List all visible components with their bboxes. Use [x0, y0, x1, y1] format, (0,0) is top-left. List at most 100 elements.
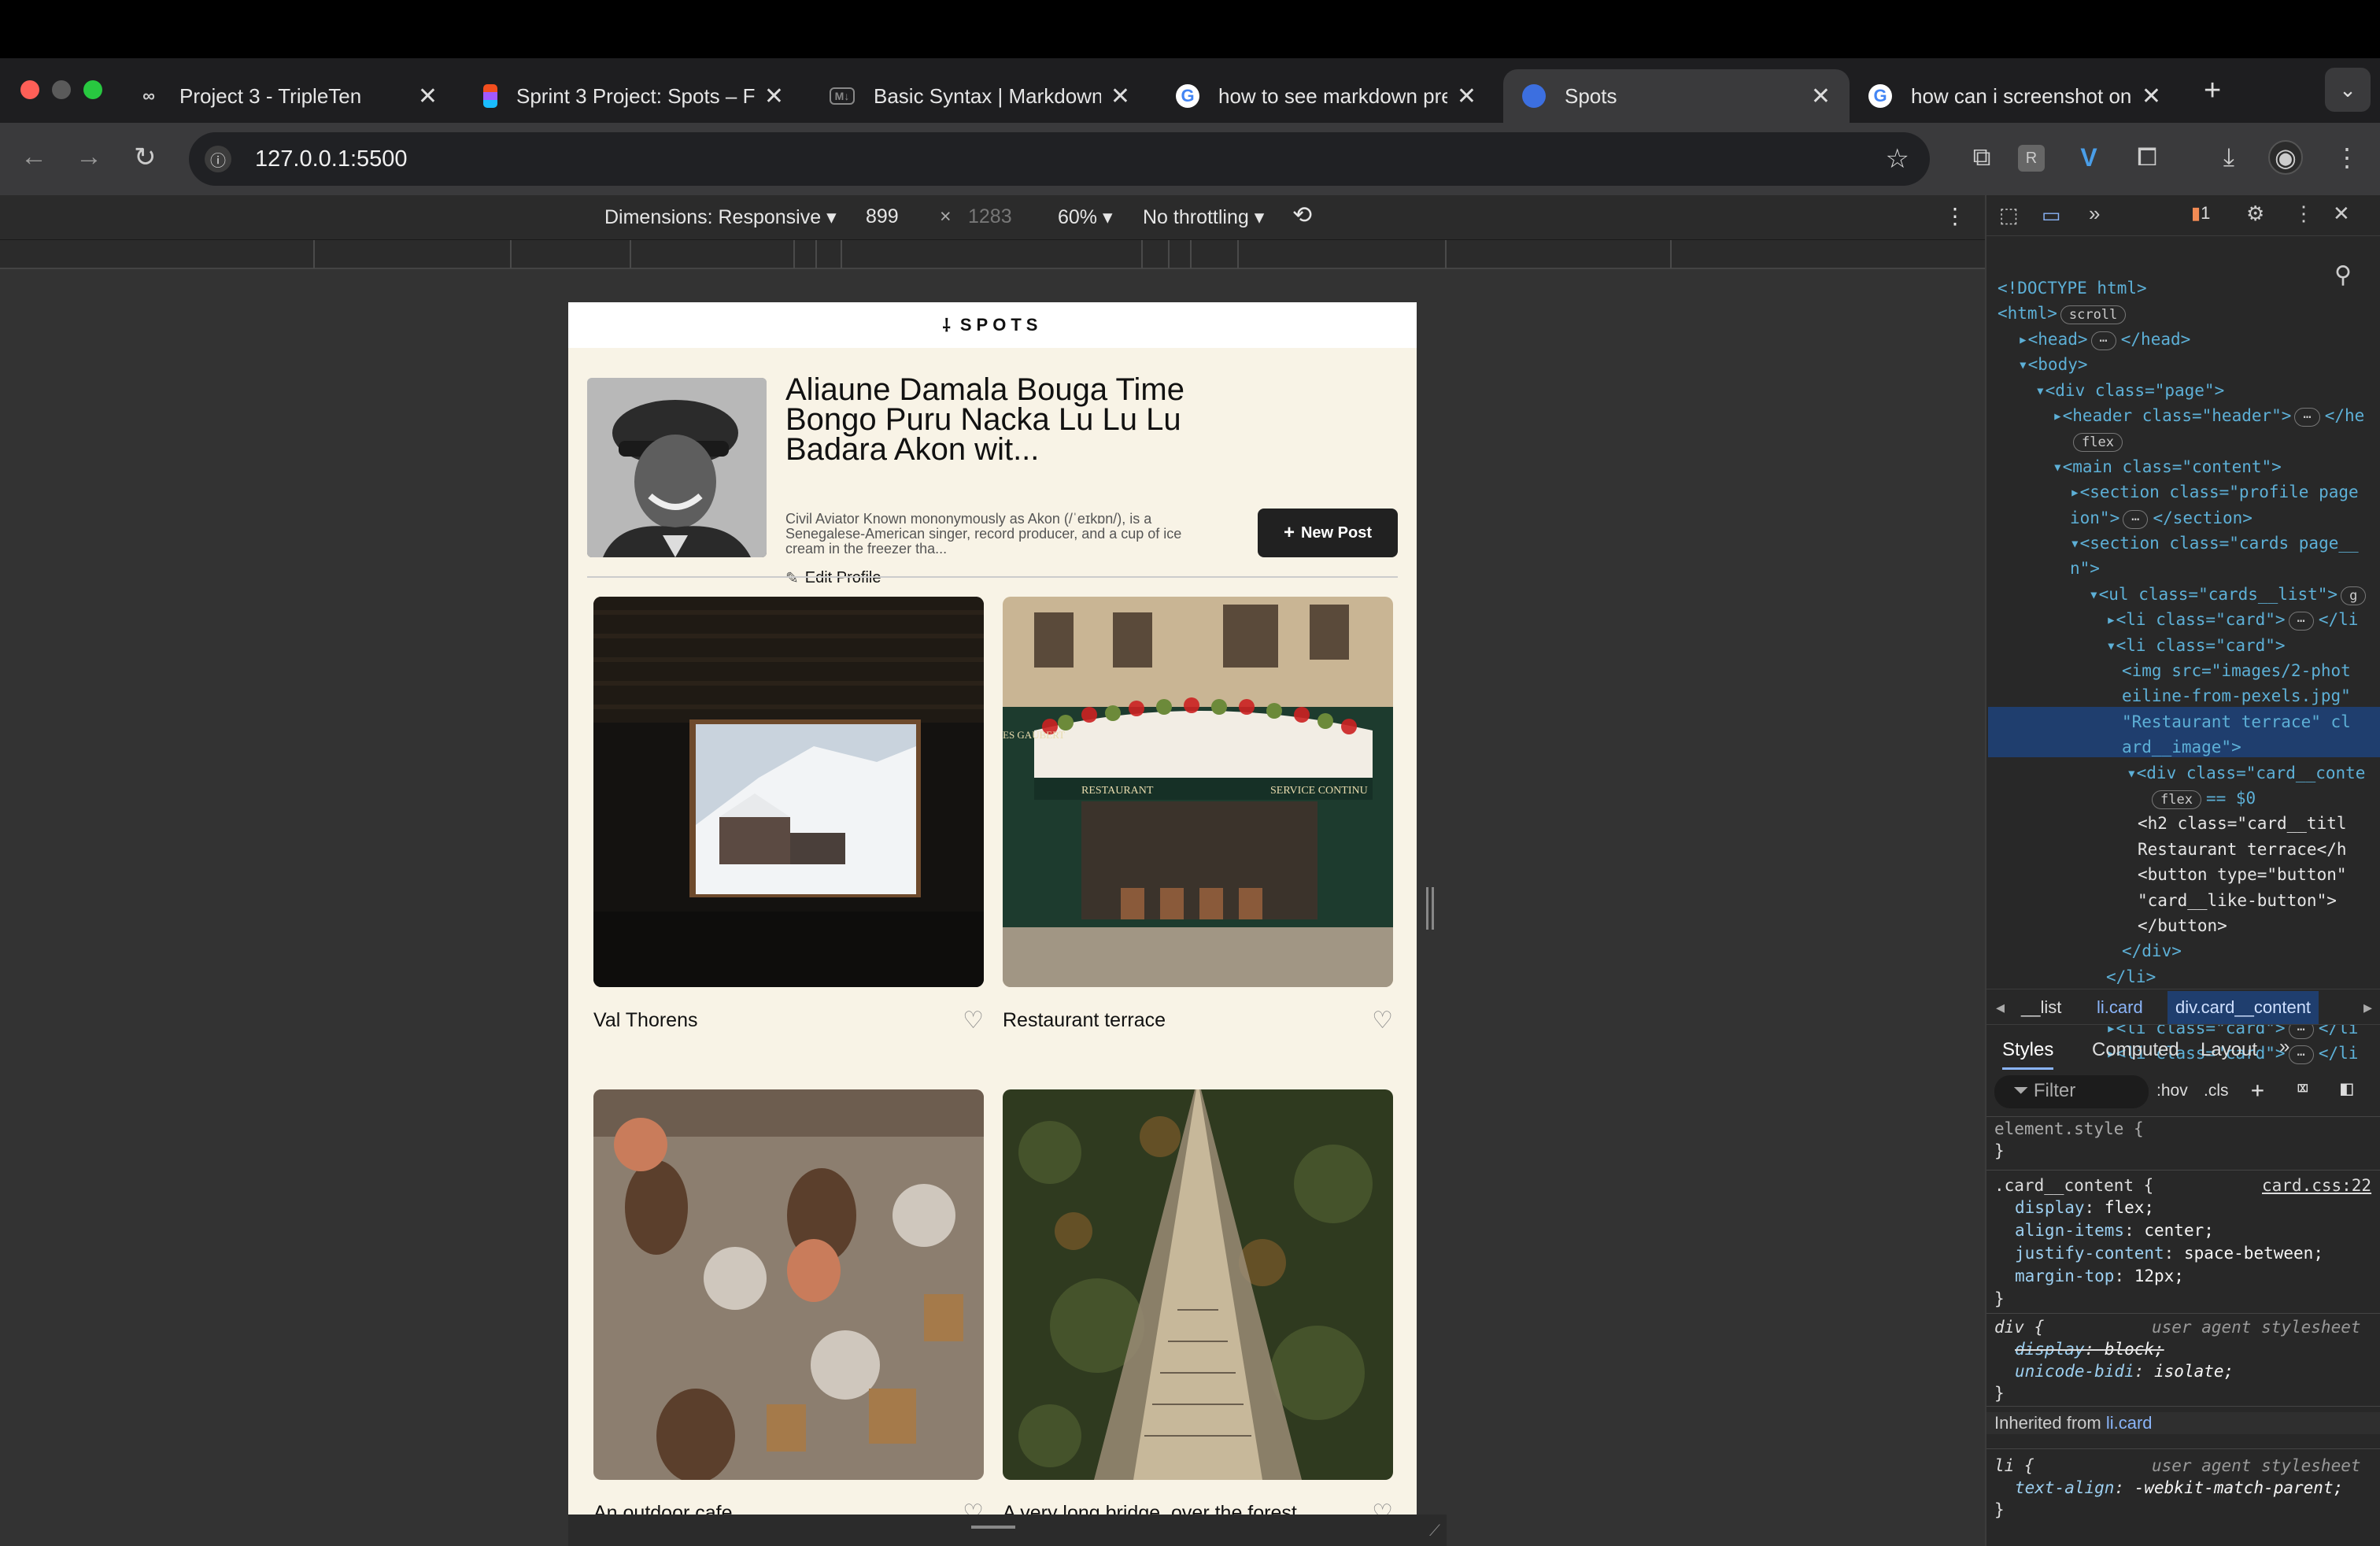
- dom-node-line[interactable]: ▾<li class="card">: [2106, 633, 2286, 658]
- throttling-select[interactable]: No throttling ▾: [1143, 205, 1264, 229]
- corner-resize-icon[interactable]: ⟋: [1429, 1522, 1440, 1540]
- dom-node-line[interactable]: ▾<div class="page">: [2035, 378, 2224, 403]
- dom-node-line[interactable]: ▸<li class="card">⋯</li: [2106, 607, 2358, 632]
- back-icon[interactable]: ←: [20, 142, 47, 172]
- bottom-resize-bar[interactable]: ⟋: [568, 1515, 1447, 1546]
- vimeo-icon[interactable]: V: [2071, 140, 2106, 175]
- tab-project-3[interactable]: ∞ Project 3 - TripleTen ✕: [118, 69, 456, 123]
- dom-node-line[interactable]: eiline-from-pexels.jpg": [2122, 683, 2351, 708]
- tab-layout[interactable]: Layout: [2201, 1039, 2257, 1061]
- crumb-li-card[interactable]: li.card: [2097, 997, 2143, 1018]
- like-heart-icon[interactable]: ♡: [1372, 1007, 1393, 1034]
- dom-node-line[interactable]: flex == $0: [2149, 786, 2256, 811]
- like-heart-icon[interactable]: ♡: [963, 1500, 984, 1515]
- close-tab-icon[interactable]: ✕: [764, 83, 784, 110]
- more-options-icon[interactable]: ⋮: [1944, 203, 1966, 229]
- dom-node-line[interactable]: <html> scroll: [1998, 301, 2127, 326]
- hov-toggle[interactable]: :hov: [2156, 1082, 2188, 1100]
- tab-computed[interactable]: Computed: [2092, 1039, 2179, 1061]
- tab-markdown-preview[interactable]: G how to see markdown prev ✕: [1157, 69, 1495, 123]
- dom-node-line[interactable]: "card__like-button">: [2138, 888, 2337, 913]
- extension-r-icon[interactable]: R: [2018, 145, 2045, 172]
- bookmark-star-icon[interactable]: ☆: [1886, 143, 1909, 175]
- styles-filter-input[interactable]: ⏷ Filter: [1994, 1075, 2149, 1108]
- site-info-icon[interactable]: ⓘ: [205, 146, 231, 172]
- tab-screenshot[interactable]: G how can i screenshot on a ✕: [1850, 69, 2180, 123]
- dom-node-line[interactable]: ard__image">: [2122, 734, 2241, 760]
- crumb-card-content[interactable]: div.card__content: [2168, 991, 2319, 1024]
- sidebar-toggle-icon[interactable]: ◧: [2341, 1077, 2353, 1100]
- dom-node-line[interactable]: </div>: [2122, 938, 2182, 963]
- close-devtools-icon[interactable]: ✕: [2333, 202, 2350, 226]
- card-image[interactable]: [1003, 1089, 1393, 1480]
- zoom-window-button[interactable]: [83, 80, 102, 99]
- tab-markdown[interactable]: M↓ Basic Syntax | Markdown G ✕: [811, 69, 1149, 123]
- close-tab-icon[interactable]: ✕: [1111, 83, 1130, 110]
- rotate-icon[interactable]: ⟲: [1292, 202, 1312, 229]
- accessibility-icon[interactable]: ⚲: [2334, 261, 2352, 289]
- css-property[interactable]: margin-top: 12px;: [2015, 1265, 2184, 1287]
- forward-icon[interactable]: →: [76, 142, 102, 172]
- dom-node-line[interactable]: ▸<head> ⋯ </head>: [2018, 327, 2190, 352]
- like-heart-icon[interactable]: ♡: [963, 1007, 984, 1034]
- css-property[interactable]: align-items: center;: [2015, 1219, 2214, 1241]
- dom-node-line[interactable]: </button>: [2138, 913, 2227, 938]
- cls-toggle[interactable]: .cls: [2204, 1082, 2229, 1100]
- crumb-list[interactable]: __list: [2021, 997, 2061, 1018]
- tab-styles[interactable]: Styles: [2002, 1039, 2054, 1070]
- card-image[interactable]: RESTAURANT SERVICE CONTINU ES GAUBERT: [1003, 597, 1393, 987]
- reload-icon[interactable]: ↻: [134, 142, 157, 173]
- dom-node-line[interactable]: ▾<main class="content">: [2053, 454, 2282, 479]
- dom-node-line[interactable]: <h2 class="card__titl: [2138, 811, 2347, 836]
- dimensions-select[interactable]: Dimensions: Responsive ▾: [604, 205, 837, 229]
- devtools-menu-icon[interactable]: ⋮: [2293, 202, 2314, 226]
- tab-sprint-3[interactable]: Sprint 3 Project: Spots – F ✕: [464, 69, 803, 123]
- add-rule-icon[interactable]: +: [2251, 1077, 2264, 1103]
- dom-node-line[interactable]: flex: [2070, 428, 2123, 453]
- tab-spots[interactable]: Spots ✕: [1503, 69, 1850, 123]
- dom-node-line[interactable]: <img src="images/2-phot: [2122, 658, 2351, 683]
- new-tab-button[interactable]: +: [2204, 74, 2221, 108]
- more-tabs-icon[interactable]: »: [2279, 1036, 2289, 1058]
- rule-source-link[interactable]: card.css:22: [2262, 1174, 2371, 1196]
- extension-icon[interactable]: ⧉: [1964, 140, 1999, 175]
- download-icon[interactable]: ⤓: [2212, 140, 2246, 175]
- dom-node-line[interactable]: </li>: [2106, 964, 2156, 989]
- dom-node-line[interactable]: ▾<body>: [2018, 352, 2088, 377]
- dom-node-line[interactable]: ▸<header class="header"> ⋯ </he: [2053, 403, 2364, 428]
- css-property[interactable]: display: flex;: [2015, 1196, 2154, 1219]
- height-input[interactable]: 1283: [968, 205, 1012, 228]
- dom-node-line[interactable]: Restaurant terrace</h: [2138, 837, 2347, 862]
- dom-node-line[interactable]: ▾<section class="cards page__: [2070, 531, 2359, 556]
- close-tab-icon[interactable]: ✕: [1811, 83, 1831, 110]
- more-panels-icon[interactable]: »: [2089, 202, 2100, 226]
- address-bar[interactable]: ⓘ 127.0.0.1:5500 ☆: [189, 132, 1930, 186]
- width-input[interactable]: 899: [866, 205, 899, 228]
- close-tab-icon[interactable]: ✕: [1457, 83, 1476, 110]
- inspect-element-icon[interactable]: ⬚: [1999, 203, 2019, 227]
- dom-node-line[interactable]: ▾<div class="card__conte: [2127, 760, 2365, 786]
- crumb-right-icon[interactable]: ▸: [2363, 997, 2372, 1018]
- crumb-left-icon[interactable]: ◂: [1996, 997, 2005, 1018]
- like-heart-icon[interactable]: ♡: [1372, 1500, 1393, 1515]
- settings-gear-icon[interactable]: ⚙: [2246, 202, 2264, 226]
- close-tab-icon[interactable]: ✕: [418, 83, 438, 110]
- zoom-select[interactable]: 60% ▾: [1058, 205, 1113, 229]
- tab-search-button[interactable]: ⌄: [2325, 68, 2371, 112]
- dom-node-line[interactable]: "Restaurant terrace" cl: [2122, 709, 2351, 734]
- paint-icon[interactable]: ⌧: [2297, 1077, 2309, 1100]
- minimize-window-button[interactable]: [52, 80, 71, 99]
- menu-icon[interactable]: ⋮: [2330, 140, 2364, 175]
- dom-node-line[interactable]: <button type="button": [2138, 862, 2347, 887]
- edit-profile-button[interactable]: ✎ Edit Profile: [785, 568, 881, 588]
- resize-handle[interactable]: [1426, 887, 1434, 930]
- dom-node-line[interactable]: ▾<ul class="cards__list"> g: [2089, 582, 2367, 607]
- css-property[interactable]: justify-content: space-between;: [2015, 1242, 2323, 1264]
- dom-node-line[interactable]: ▸<section class="profile page: [2070, 479, 2359, 505]
- close-window-button[interactable]: [20, 80, 39, 99]
- card-image[interactable]: [593, 1089, 984, 1480]
- dom-node-line[interactable]: n">: [2070, 556, 2100, 581]
- avatar[interactable]: ◉: [2268, 140, 2303, 175]
- device-toggle-icon[interactable]: ▭: [2042, 203, 2061, 227]
- close-tab-icon[interactable]: ✕: [2142, 83, 2161, 110]
